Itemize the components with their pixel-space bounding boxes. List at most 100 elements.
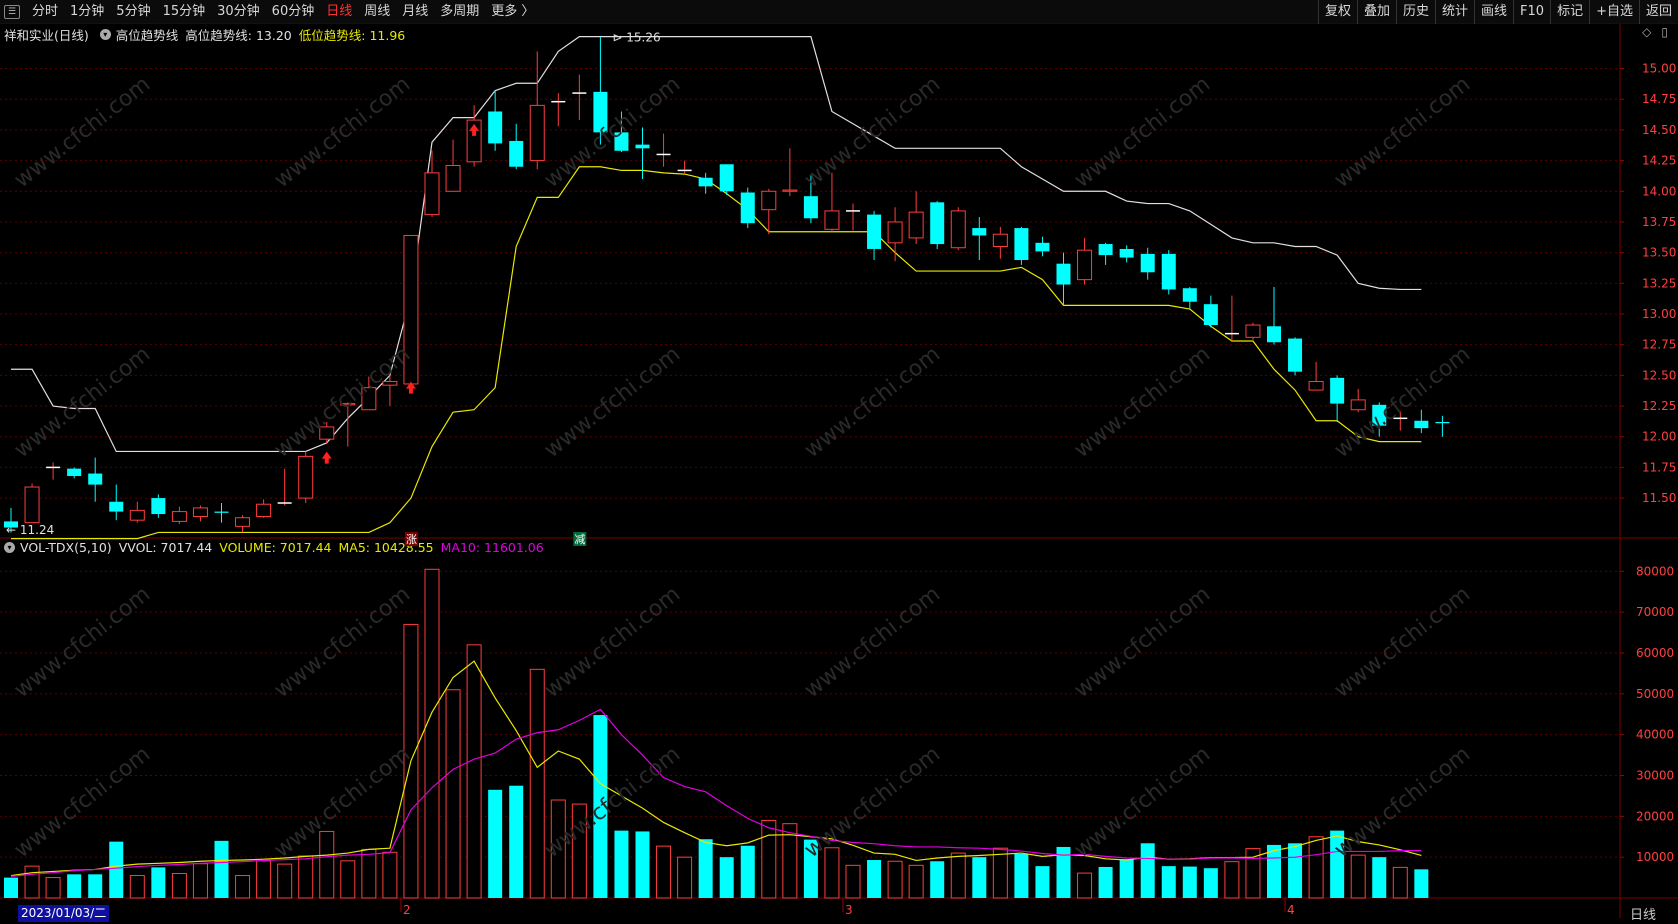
watermark-text: www.cfchi.com: [799, 581, 946, 704]
volume-bar: [635, 831, 650, 898]
period-tab-2[interactable]: 5分钟: [110, 0, 156, 24]
month-label: 3: [845, 903, 853, 917]
indicator-name[interactable]: 高位趋势线: [116, 25, 179, 44]
watermark-text: www.cfchi.com: [1329, 341, 1476, 464]
period-tab-5[interactable]: 60分钟: [266, 0, 321, 24]
volume-bar: [1372, 857, 1387, 898]
volume-indicator-name[interactable]: VOL-TDX(5,10): [20, 540, 112, 555]
toolbar-button-6[interactable]: 标记: [1550, 0, 1589, 24]
high-trend-line: [11, 36, 1422, 453]
candle-body: [803, 196, 818, 219]
price-tick-label: 12.00: [1642, 430, 1676, 444]
volume-bar: [677, 856, 693, 899]
volume-bar: [698, 839, 713, 898]
volume-tick-label: 70000: [1636, 605, 1674, 619]
indicator-menu-icon[interactable]: ▾: [99, 28, 111, 40]
price-tick-label: 13.50: [1642, 246, 1676, 260]
price-tick-label: 13.00: [1642, 307, 1676, 321]
candle-body: [972, 228, 987, 236]
period-tab-9[interactable]: 多周期: [434, 0, 485, 24]
candle-body: [1435, 422, 1450, 424]
menu-icon[interactable]: ☰: [4, 5, 20, 19]
volume-bar: [1119, 859, 1134, 898]
toolbar-button-1[interactable]: 叠加: [1356, 0, 1396, 24]
period-tab-7[interactable]: 周线: [358, 0, 396, 24]
watermark-text: www.cfchi.com: [1329, 71, 1476, 194]
volume-bar: [340, 860, 356, 899]
candle-body: [635, 144, 650, 149]
volume-bar: [424, 568, 440, 899]
volume-tick-label: 20000: [1636, 809, 1674, 823]
volume-bar: [908, 864, 924, 899]
low-trend-line: [11, 166, 1422, 540]
candle-body: [151, 498, 166, 515]
period-tab-4[interactable]: 30分钟: [211, 0, 266, 24]
volume-bar: [1182, 866, 1197, 898]
volume-bar: [550, 799, 566, 899]
candle-body: [445, 165, 461, 192]
toolbar-button-7[interactable]: +自选: [1589, 0, 1639, 24]
volume-bar: [214, 840, 229, 898]
volume-bar: [1392, 866, 1408, 899]
toolbar-button-5[interactable]: F10: [1513, 0, 1550, 24]
volume-bar: [1308, 836, 1324, 899]
candle-body: [1203, 304, 1218, 326]
volume-bar: [129, 875, 145, 899]
toolbar-button-0[interactable]: 复权: [1317, 0, 1357, 24]
price-tick-label: 13.25: [1642, 276, 1676, 290]
candle-body: [1414, 420, 1429, 429]
candle-body: [824, 210, 840, 230]
candle-body: [1161, 253, 1176, 290]
toolbar-button-8[interactable]: 返回: [1638, 0, 1678, 24]
volume-bar: [109, 841, 124, 898]
period-tab-0[interactable]: 分时: [26, 0, 64, 24]
candle-body: [1098, 244, 1113, 256]
volume-bar: [614, 830, 629, 898]
volume-bar: [509, 785, 524, 898]
period-tab-8[interactable]: 月线: [396, 0, 434, 24]
volume-tick-label: 50000: [1636, 687, 1674, 701]
volume-bar: [1330, 830, 1345, 898]
volume-bar: [45, 877, 61, 899]
diamond-icon[interactable]: ◇: [1642, 25, 1651, 39]
toolbar-button-2[interactable]: 历史: [1395, 0, 1435, 24]
chart-canvas[interactable]: 15.00 14.75 14.50 14.25 14.00 13.75 13.50 13.25…: [0, 0, 1678, 924]
period-tab-3[interactable]: 15分钟: [157, 0, 212, 24]
candle-body: [171, 511, 187, 522]
candle-body: [488, 111, 503, 144]
candle-body: [235, 517, 251, 527]
volume-bar: [1161, 866, 1176, 898]
price-indicator-header: 祥和实业(日线) ▾ 高位趋势线 高位趋势线: 13.20 低位趋势线: 11.…: [4, 25, 412, 43]
maximize-icon[interactable]: ▯: [1661, 25, 1668, 39]
candle-body: [1119, 248, 1134, 258]
watermark-text: www.cfchi.com: [9, 741, 156, 864]
candle-body: [529, 104, 545, 162]
toolbar-button-3[interactable]: 统计: [1435, 0, 1474, 24]
watermark-text: www.cfchi.com: [799, 71, 946, 194]
period-tab-6[interactable]: 日线: [320, 0, 358, 24]
max-price-label: ⊳ 15.26: [612, 31, 660, 45]
pane-tools: ◇ ▯: [1642, 25, 1668, 39]
volume-bar: [171, 873, 187, 899]
ma10-line: [10, 708, 1422, 877]
volume-bar: [1288, 843, 1303, 898]
watermark-text: www.cfchi.com: [269, 581, 416, 704]
toolbar-button-4[interactable]: 画线: [1474, 0, 1513, 24]
volume-bar: [1056, 846, 1071, 898]
candle-body: [782, 189, 798, 192]
price-tick-label: 14.75: [1642, 92, 1676, 106]
price-tick-label: 12.75: [1642, 338, 1676, 352]
watermark-text: www.cfchi.com: [269, 741, 416, 864]
period-tab-1[interactable]: 1分钟: [64, 0, 110, 24]
volume-tick-label: 10000: [1636, 850, 1674, 864]
period-tab-10[interactable]: 更多 〉: [485, 0, 540, 24]
watermark-text: www.cfchi.com: [1069, 341, 1216, 464]
volume-menu-icon[interactable]: ▾: [4, 541, 15, 553]
candle-body: [403, 234, 419, 385]
volume-bar: [867, 860, 882, 898]
candle-body: [867, 214, 882, 249]
volume-bar: [4, 877, 18, 898]
candle-body: [761, 190, 777, 211]
stock-chart-app: { "toolbar":{ "periods":["分时","1分钟","5分钟…: [0, 0, 1678, 924]
candle-body: [4, 521, 18, 528]
